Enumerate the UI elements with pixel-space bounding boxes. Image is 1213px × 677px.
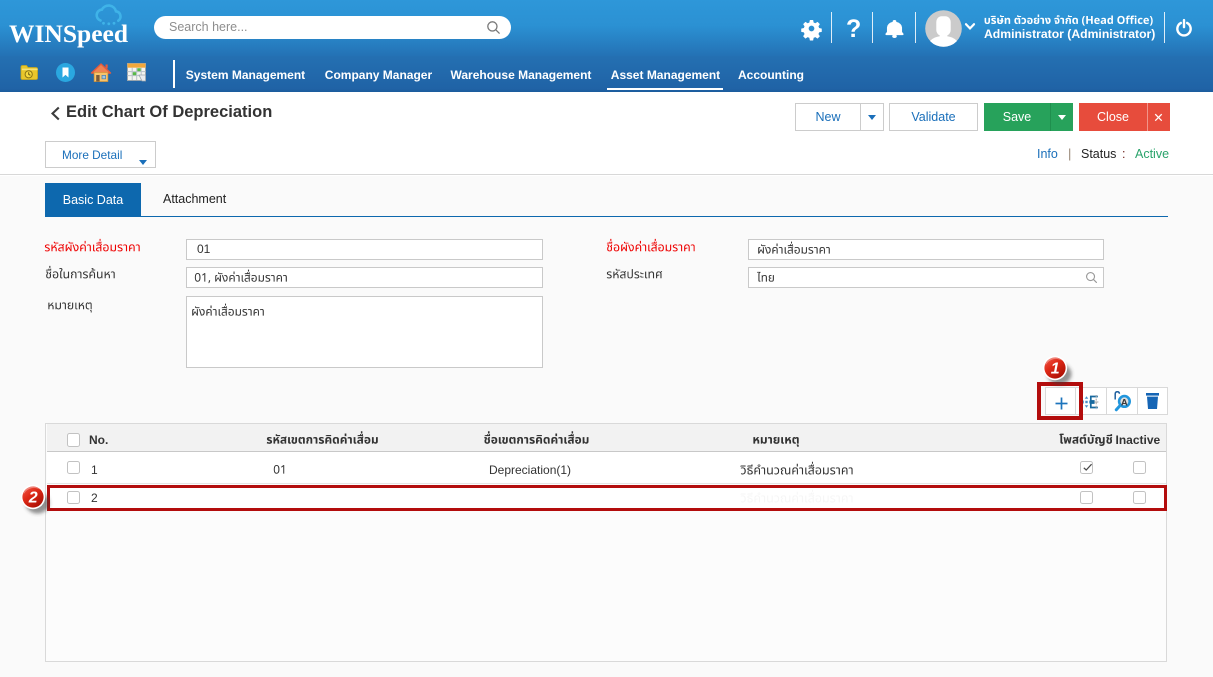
svg-text:1: 1: [1051, 361, 1060, 378]
svg-text:A: A: [1121, 397, 1128, 408]
svg-text:2: 2: [28, 490, 38, 507]
